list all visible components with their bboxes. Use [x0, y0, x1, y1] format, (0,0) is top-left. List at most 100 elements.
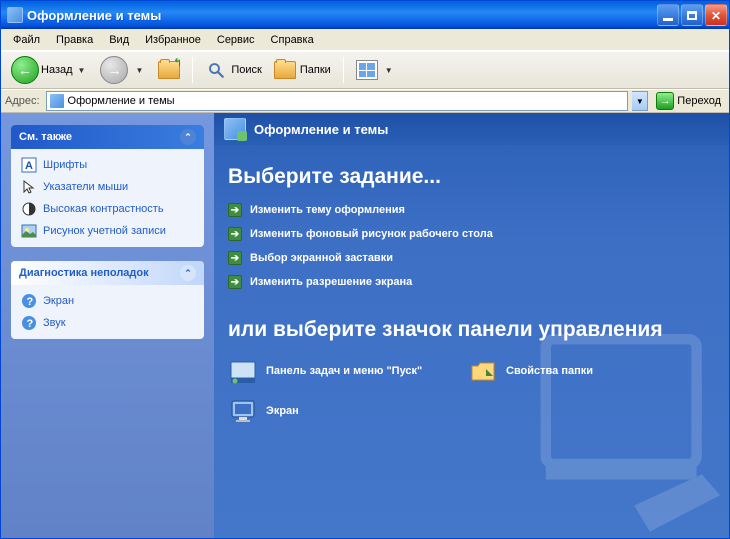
menubar: Файл Правка Вид Избранное Сервис Справка: [1, 29, 729, 51]
display-icon: [228, 396, 258, 426]
mouse-icon: [21, 179, 37, 195]
addressbar: Адрес: ▼ → Переход: [1, 89, 729, 113]
views-dropdown-icon[interactable]: ▼: [382, 66, 396, 75]
menu-tools[interactable]: Сервис: [209, 32, 263, 48]
close-button[interactable]: [705, 4, 727, 26]
go-button[interactable]: → Переход: [652, 92, 725, 110]
help-icon: ?: [21, 315, 37, 331]
link-label: Указатели мыши: [43, 181, 128, 193]
search-button[interactable]: Поиск: [201, 57, 265, 83]
link-label: Рисунок учетной записи: [43, 225, 166, 237]
address-dropdown[interactable]: ▼: [632, 91, 648, 111]
titlebar: Оформление и темы: [1, 1, 729, 29]
collapse-icon[interactable]: ⌃: [180, 129, 196, 145]
panel-title: Диагностика неполадок: [19, 267, 149, 279]
address-input[interactable]: [68, 95, 625, 107]
back-arrow-icon: ←: [11, 56, 39, 84]
arrow-icon: ➔: [228, 275, 242, 289]
sidebar: См. также ⌃ A Шрифты Указатели мыши Высо…: [1, 113, 214, 538]
panel-title: См. также: [19, 131, 72, 143]
control-panel-icons: Панель задач и меню "Пуск" Свойства папк…: [214, 342, 729, 426]
views-icon: [356, 60, 378, 80]
forward-arrow-icon: →: [100, 56, 128, 84]
main-panel: Оформление и темы Выберите задание... ➔ …: [214, 113, 729, 538]
picture-icon: [21, 223, 37, 239]
toolbar-separator: [192, 57, 193, 83]
back-button[interactable]: ← Назад ▼: [7, 54, 92, 86]
pick-task-heading-row: Выберите задание...: [214, 145, 729, 189]
menu-help[interactable]: Справка: [263, 32, 322, 48]
forward-dropdown-icon[interactable]: ▼: [132, 66, 146, 75]
folder-options-icon: [468, 356, 498, 386]
window-title: Оформление и темы: [27, 8, 657, 23]
svg-text:?: ?: [27, 296, 34, 308]
up-button[interactable]: ↰: [154, 57, 184, 83]
link-account-picture[interactable]: Рисунок учетной записи: [21, 223, 194, 239]
link-label: Экран: [43, 295, 74, 307]
cp-display[interactable]: Экран: [228, 396, 428, 426]
svg-text:A: A: [25, 160, 33, 172]
link-high-contrast[interactable]: Высокая контрастность: [21, 201, 194, 217]
pick-task-heading: Выберите задание...: [228, 165, 715, 189]
maximize-button[interactable]: [681, 4, 703, 26]
cp-folder-options[interactable]: Свойства папки: [468, 356, 668, 386]
minimize-button[interactable]: [657, 4, 679, 26]
folders-icon: [274, 59, 296, 81]
task-label: Изменить разрешение экрана: [250, 276, 412, 288]
arrow-icon: ➔: [228, 203, 242, 217]
menu-view[interactable]: Вид: [101, 32, 137, 48]
category-icon: [224, 118, 246, 140]
link-label: Звук: [43, 317, 66, 329]
link-mouse-pointers[interactable]: Указатели мыши: [21, 179, 194, 195]
window-controls: [657, 4, 727, 26]
link-display-troubleshoot[interactable]: ? Экран: [21, 293, 194, 309]
back-dropdown-icon[interactable]: ▼: [75, 66, 89, 75]
task-screensaver[interactable]: ➔ Выбор экранной заставки: [228, 251, 715, 265]
back-label: Назад: [41, 64, 73, 76]
task-change-background[interactable]: ➔ Изменить фоновый рисунок рабочего стол…: [228, 227, 715, 241]
or-pick-heading-row: или выберите значок панели управления: [214, 289, 729, 342]
task-label: Выбор экранной заставки: [250, 252, 393, 264]
folders-label: Папки: [300, 64, 331, 76]
arrow-icon: ➔: [228, 251, 242, 265]
arrow-icon: ➔: [228, 227, 242, 241]
link-label: Высокая контрастность: [43, 203, 164, 215]
svg-text:?: ?: [27, 318, 34, 330]
views-button[interactable]: ▼: [352, 58, 400, 82]
panel-troubleshoot: Диагностика неполадок ⌃ ? Экран ? Звук: [11, 261, 204, 339]
app-icon: [7, 7, 23, 23]
contrast-icon: [21, 201, 37, 217]
search-label: Поиск: [231, 64, 261, 76]
task-label: Изменить фоновый рисунок рабочего стола: [250, 228, 493, 240]
cp-label: Свойства папки: [506, 365, 593, 377]
link-sound-troubleshoot[interactable]: ? Звук: [21, 315, 194, 331]
panel-see-also: См. также ⌃ A Шрифты Указатели мыши Высо…: [11, 125, 204, 247]
category-title: Оформление и темы: [254, 122, 388, 137]
folder-up-icon: ↰: [158, 59, 180, 81]
menu-edit[interactable]: Правка: [48, 32, 101, 48]
fonts-icon: A: [21, 157, 37, 173]
cp-taskbar[interactable]: Панель задач и меню "Пуск": [228, 356, 428, 386]
panel-header[interactable]: Диагностика неполадок ⌃: [11, 261, 204, 285]
toolbar: ← Назад ▼ → ▼ ↰ Поиск Папки ▼: [1, 51, 729, 89]
go-label: Переход: [677, 95, 721, 107]
menu-favorites[interactable]: Избранное: [137, 32, 209, 48]
panel-body: ? Экран ? Звук: [11, 285, 204, 339]
help-icon: ?: [21, 293, 37, 309]
link-fonts[interactable]: A Шрифты: [21, 157, 194, 173]
cp-label: Экран: [266, 405, 299, 417]
go-arrow-icon: →: [656, 92, 674, 110]
task-resolution[interactable]: ➔ Изменить разрешение экрана: [228, 275, 715, 289]
link-label: Шрифты: [43, 159, 87, 171]
taskbar-icon: [228, 356, 258, 386]
task-list: ➔ Изменить тему оформления ➔ Изменить фо…: [214, 189, 729, 289]
folders-button[interactable]: Папки: [270, 57, 335, 83]
category-header: Оформление и темы: [214, 113, 729, 145]
menu-file[interactable]: Файл: [5, 32, 48, 48]
collapse-icon[interactable]: ⌃: [180, 265, 196, 281]
task-change-theme[interactable]: ➔ Изменить тему оформления: [228, 203, 715, 217]
forward-button[interactable]: → ▼: [96, 54, 150, 86]
task-label: Изменить тему оформления: [250, 204, 405, 216]
address-field[interactable]: [46, 91, 629, 111]
panel-header[interactable]: См. также ⌃: [11, 125, 204, 149]
